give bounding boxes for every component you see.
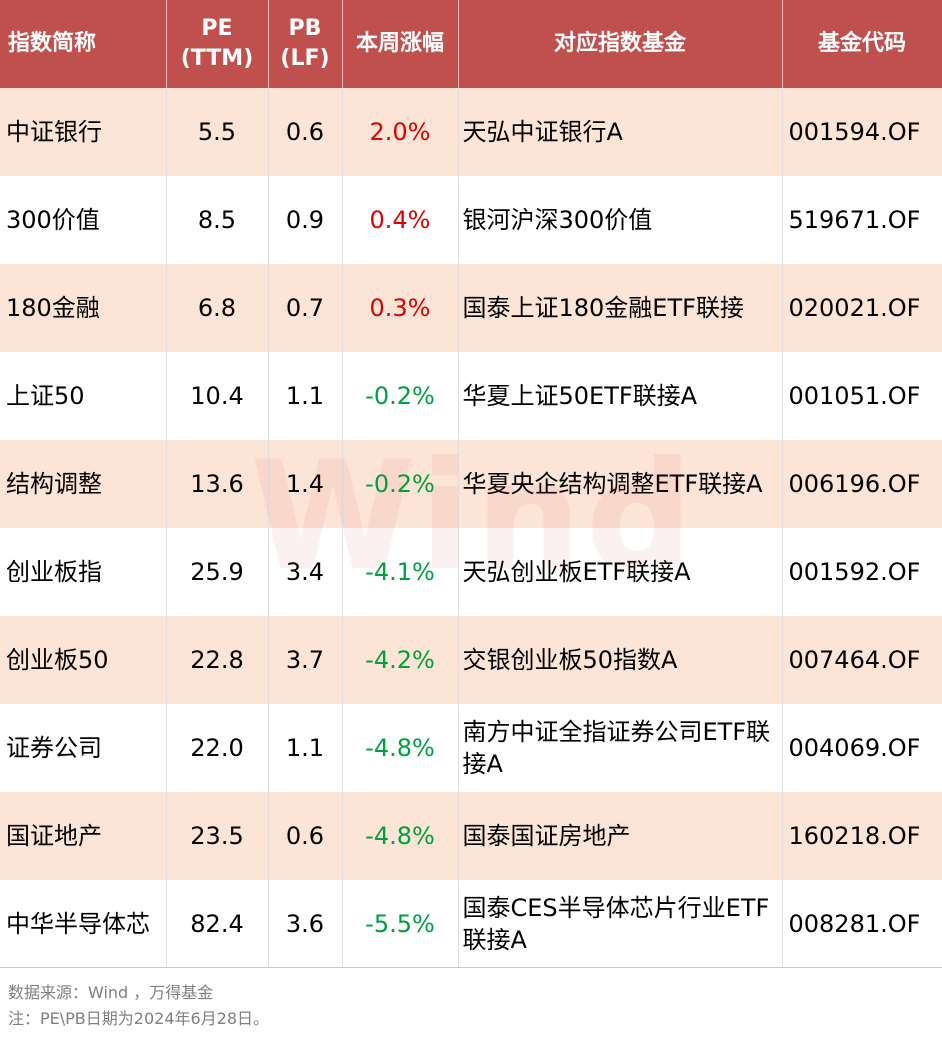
index-valuation-table: 指数简称 PE (TTM) PB (LF) 本周涨幅 对应指数基金 基金代码 中… [0,0,942,968]
pe-cell: 25.9 [166,528,269,616]
weekly-change-cell: -4.2% [342,616,459,704]
weekly-change-cell: 2.0% [342,88,459,176]
table-row: 300价值 8.5 0.9 0.4% 银河沪深300价值 519671.OF [0,176,942,264]
pe-cell: 13.6 [166,440,269,528]
weekly-change-cell: -4.1% [342,528,459,616]
weekly-change-cell: -4.8% [342,792,459,880]
pb-cell: 3.4 [268,528,343,616]
table-body: 中证银行 5.5 0.6 2.0% 天弘中证银行A 001594.OF 300价值 8.5 0.… [0,88,942,968]
pb-cell: 1.1 [268,704,343,792]
weekly-change-cell: -0.2% [342,440,459,528]
fund-name-cell: 南方中证全指证券公司ETF联接A [458,704,783,792]
fund-code-cell: 001594.OF [782,88,942,176]
table-row: 180金融 6.8 0.7 0.3% 国泰上证180金融ETF联接 020021.OF [0,264,942,352]
header-weekly-change: 本周涨幅 [342,0,459,88]
fund-code-cell: 020021.OF [782,264,942,352]
footer-notes: 数据来源：Wind ，万得基金 注：PE\PB日期为2024年6月28日。 [8,980,269,1032]
fund-code-cell: 001051.OF [782,352,942,440]
pb-cell: 3.7 [268,616,343,704]
table-row: 中证银行 5.5 0.6 2.0% 天弘中证银行A 001594.OF [0,88,942,176]
fund-name-cell: 国泰上证180金融ETF联接 [458,264,783,352]
index-name-cell: 中华半导体芯 [0,880,167,968]
index-name-cell: 中证银行 [0,88,167,176]
index-name-cell: 证券公司 [0,704,167,792]
table-row: 结构调整 13.6 1.4 -0.2% 华夏央企结构调整ETF联接A 006196.OF [0,440,942,528]
fund-name-cell: 银河沪深300价值 [458,176,783,264]
pe-cell: 10.4 [166,352,269,440]
table-row: 中华半导体芯 82.4 3.6 -5.5% 国泰CES半导体芯片行业ETF联接A 0082… [0,880,942,968]
weekly-change-cell: -0.2% [342,352,459,440]
header-pb: PB (LF) [268,0,343,88]
header-index-name: 指数简称 [0,0,167,88]
pb-cell: 0.6 [268,88,343,176]
fund-code-cell: 001592.OF [782,528,942,616]
fund-name-cell: 国泰国证房地产 [458,792,783,880]
pb-cell: 1.4 [268,440,343,528]
table-row: 创业板指 25.9 3.4 -4.1% 天弘创业板ETF联接A 001592.OF [0,528,942,616]
header-pe: PE (TTM) [166,0,269,88]
fund-code-cell: 008281.OF [782,880,942,968]
fund-code-cell: 519671.OF [782,176,942,264]
table-row: 国证地产 23.5 0.6 -4.8% 国泰国证房地产 160218.OF [0,792,942,880]
pe-cell: 8.5 [166,176,269,264]
weekly-change-cell: 0.3% [342,264,459,352]
pe-cell: 23.5 [166,792,269,880]
table-row: 创业板50 22.8 3.7 -4.2% 交银创业板50指数A 007464.OF [0,616,942,704]
pb-cell: 1.1 [268,352,343,440]
index-name-cell: 300价值 [0,176,167,264]
index-name-cell: 180金融 [0,264,167,352]
header-pe-line2: (TTM) [180,46,254,71]
fund-name-cell: 天弘中证银行A [458,88,783,176]
fund-code-cell: 004069.OF [782,704,942,792]
fund-code-cell: 006196.OF [782,440,942,528]
fund-name-cell: 国泰CES半导体芯片行业ETF联接A [458,880,783,968]
table-header-row: 指数简称 PE (TTM) PB (LF) 本周涨幅 对应指数基金 基金代码 [0,0,942,88]
pe-cell: 6.8 [166,264,269,352]
index-name-cell: 创业板50 [0,616,167,704]
pe-cell: 22.0 [166,704,269,792]
pe-cell: 5.5 [166,88,269,176]
pb-cell: 0.7 [268,264,343,352]
footer-note: 注：PE\PB日期为2024年6月28日。 [8,1009,270,1028]
fund-code-cell: 007464.OF [782,616,942,704]
index-name-cell: 创业板指 [0,528,167,616]
fund-code-cell: 160218.OF [782,792,942,880]
index-name-cell: 上证50 [0,352,167,440]
index-name-cell: 结构调整 [0,440,167,528]
table-row: 证券公司 22.0 1.1 -4.8% 南方中证全指证券公司ETF联接A 004069.O… [0,704,942,792]
footer-source: 数据来源：Wind ，万得基金 [8,983,214,1002]
header-fund: 对应指数基金 [458,0,783,88]
pb-cell: 0.6 [268,792,343,880]
weekly-change-cell: 0.4% [342,176,459,264]
weekly-change-cell: -5.5% [342,880,459,968]
fund-name-cell: 华夏央企结构调整ETF联接A [458,440,783,528]
weekly-change-cell: -4.8% [342,704,459,792]
header-fund-code: 基金代码 [782,0,942,88]
pb-cell: 3.6 [268,880,343,968]
index-name-cell: 国证地产 [0,792,167,880]
fund-name-cell: 交银创业板50指数A [458,616,783,704]
table-bottom-divider [0,967,942,968]
header-pb-line2: (LF) [280,46,330,71]
table-row: 上证50 10.4 1.1 -0.2% 华夏上证50ETF联接A 001051.OF [0,352,942,440]
valuation-table-container: 指数简称 PE (TTM) PB (LF) 本周涨幅 对应指数基金 基金代码 中… [0,0,942,968]
header-pb-line1: PB [288,16,322,41]
header-pe-line1: PE [201,16,233,41]
pb-cell: 0.9 [268,176,343,264]
pe-cell: 82.4 [166,880,269,968]
fund-name-cell: 华夏上证50ETF联接A [458,352,783,440]
fund-name-cell: 天弘创业板ETF联接A [458,528,783,616]
pe-cell: 22.8 [166,616,269,704]
